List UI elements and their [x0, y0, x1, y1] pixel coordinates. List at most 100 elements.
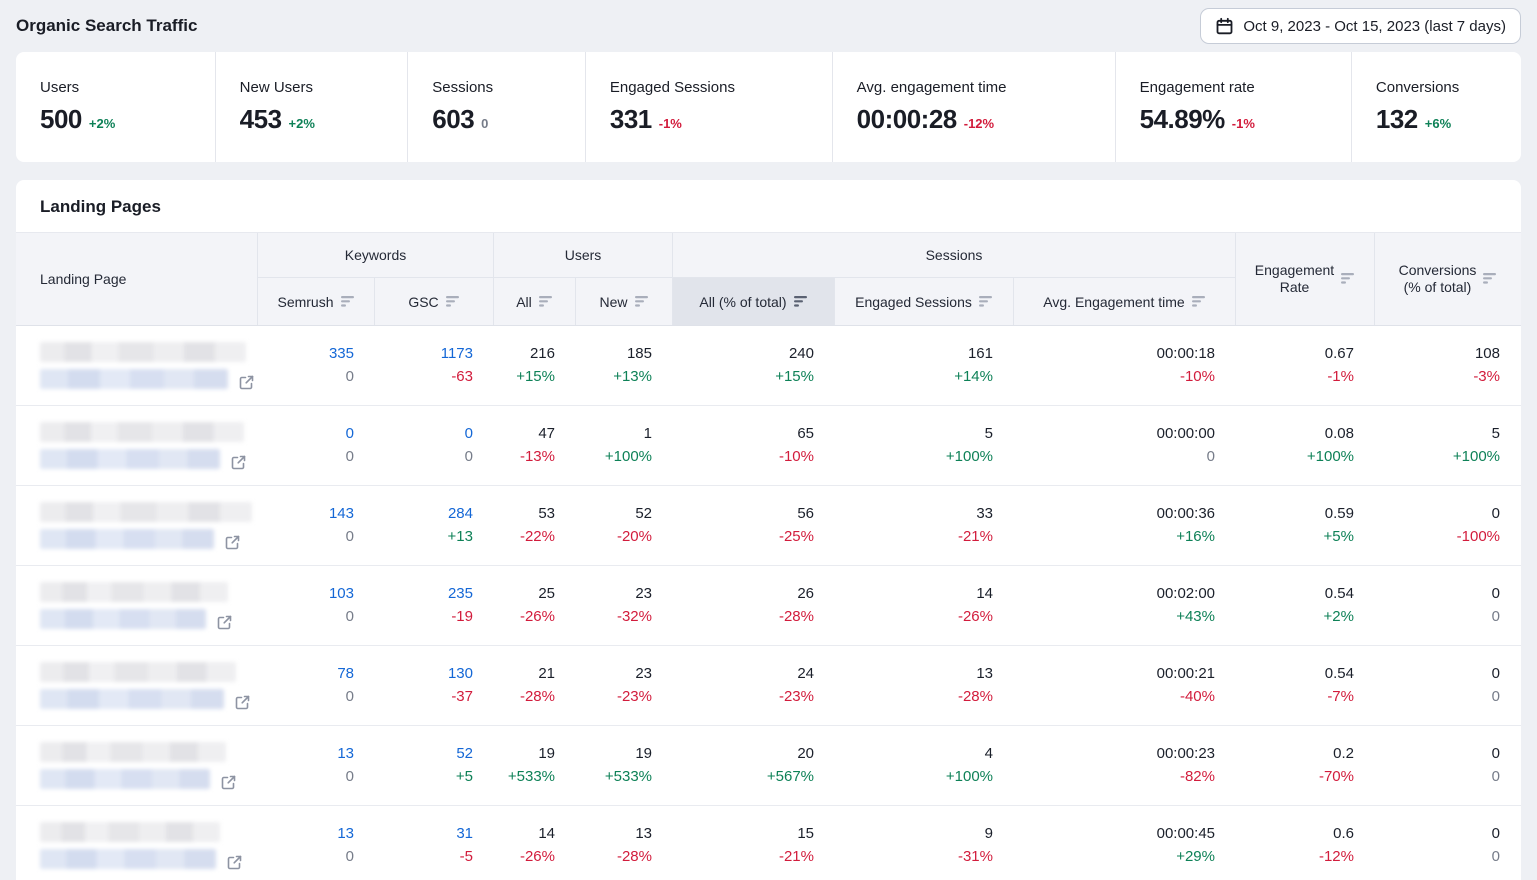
- cell-delta: -28%: [617, 847, 652, 867]
- cell-value: 0: [1492, 824, 1500, 844]
- cell-value[interactable]: 284: [448, 504, 473, 524]
- cell-users-all: 14-26%: [494, 806, 576, 880]
- cell-value: 00:00:36: [1157, 504, 1215, 524]
- cell-value: 56: [797, 504, 814, 524]
- cell-value[interactable]: 0: [346, 424, 354, 444]
- kpi-users: Users500+2%: [16, 52, 215, 162]
- cell-value[interactable]: 31: [456, 824, 473, 844]
- column-header-label: Conversions (% of total): [1399, 262, 1477, 297]
- cell-delta: 0: [465, 447, 473, 467]
- kpi-value-row: 54.89%-1%: [1140, 104, 1351, 135]
- column-header-semrush[interactable]: Semrush: [258, 278, 375, 325]
- cell-delta: +13%: [613, 367, 652, 387]
- cell-value: 0.54: [1325, 664, 1354, 684]
- external-link-icon[interactable]: [226, 854, 243, 871]
- group-header-label: Keywords: [345, 247, 406, 263]
- cell-delta: -25%: [779, 527, 814, 547]
- cell-delta: +15%: [516, 367, 555, 387]
- table-row: 33501173-63216+15%185+13%240+15%161+14%0…: [16, 326, 1521, 406]
- cell-gsc: 130-37: [375, 646, 494, 725]
- cell-delta: -5: [460, 847, 473, 867]
- column-header-users-all[interactable]: All: [494, 278, 576, 325]
- cell-value[interactable]: 13: [337, 824, 354, 844]
- cell-value: 25: [538, 584, 555, 604]
- cell-semrush: 1430: [258, 486, 375, 565]
- cell-value[interactable]: 130: [448, 664, 473, 684]
- external-link-icon[interactable]: [230, 454, 247, 471]
- table-header: Landing Page Keywords Users Sessions Sem…: [16, 232, 1521, 326]
- external-link-icon[interactable]: [224, 534, 241, 551]
- cell-delta: +533%: [508, 767, 555, 787]
- landing-page-link[interactable]: [40, 769, 258, 789]
- kpi-delta: -1%: [1232, 116, 1255, 131]
- external-link-icon[interactable]: [216, 614, 233, 631]
- landing-page-cell: [16, 486, 258, 565]
- landing-page-link[interactable]: [40, 609, 258, 629]
- column-header-gsc[interactable]: GSC: [375, 278, 494, 325]
- column-header-label: Avg. Engagement time: [1043, 294, 1184, 310]
- landing-page-blur: [40, 822, 220, 842]
- cell-sessions-all-percent: 65-10%: [673, 406, 835, 485]
- cell-value: 0.6: [1333, 824, 1354, 844]
- kpi-summary-card: Users500+2%New Users453+2%Sessions6030En…: [16, 52, 1521, 162]
- cell-engaged-sessions: 161+14%: [835, 326, 1014, 405]
- cell-avg-engagement-time: 00:00:36+16%: [1014, 486, 1236, 565]
- external-link-icon[interactable]: [220, 774, 237, 791]
- column-header-users-new[interactable]: New: [576, 278, 673, 325]
- cell-value: 00:00:21: [1157, 664, 1215, 684]
- cell-value[interactable]: 1173: [441, 344, 473, 364]
- cell-value[interactable]: 0: [465, 424, 473, 444]
- cell-users-all: 25-26%: [494, 566, 576, 645]
- cell-value: 00:00:45: [1157, 824, 1215, 844]
- cell-value: 0.54: [1325, 584, 1354, 604]
- landing-page-link[interactable]: [40, 369, 258, 389]
- landing-page-link[interactable]: [40, 529, 258, 549]
- cell-value[interactable]: 103: [329, 584, 354, 604]
- cell-conversions: 00: [1375, 646, 1521, 725]
- cell-delta: 0: [1492, 767, 1500, 787]
- column-header-conversions[interactable]: Conversions (% of total): [1375, 233, 1521, 325]
- cell-value: 1: [644, 424, 652, 444]
- cell-value[interactable]: 143: [329, 504, 354, 524]
- landing-page-link[interactable]: [40, 689, 258, 709]
- cell-delta: +13: [448, 527, 473, 547]
- column-header-engaged-sessions[interactable]: Engaged Sessions: [835, 278, 1014, 325]
- cell-value[interactable]: 335: [329, 344, 354, 364]
- cell-delta: 0: [346, 767, 354, 787]
- kpi-label: Engaged Sessions: [610, 79, 832, 96]
- column-header-avg-engagement-time[interactable]: Avg. Engagement time: [1014, 278, 1236, 325]
- external-link-icon[interactable]: [238, 374, 255, 391]
- sort-icon: [1341, 271, 1355, 287]
- kpi-engaged-sessions: Engaged Sessions331-1%: [585, 52, 832, 162]
- cell-value[interactable]: 13: [337, 744, 354, 764]
- landing-page-link[interactable]: [40, 449, 258, 469]
- cell-delta: 0: [346, 687, 354, 707]
- kpi-delta: +2%: [289, 116, 315, 131]
- table-row: 000047-13%1+100%65-10%5+100%00:00:0000.0…: [16, 406, 1521, 486]
- cell-engagement-rate: 0.6-12%: [1236, 806, 1375, 880]
- kpi-value: 132: [1376, 104, 1418, 135]
- cell-semrush: 3350: [258, 326, 375, 405]
- external-link-icon[interactable]: [234, 694, 251, 711]
- cell-value[interactable]: 78: [337, 664, 354, 684]
- column-header-engagement-rate[interactable]: Engagement Rate: [1236, 233, 1375, 325]
- cell-value: 14: [976, 584, 993, 604]
- landing-page-link[interactable]: [40, 849, 258, 869]
- cell-value: 00:02:00: [1157, 584, 1215, 604]
- table-row: 1030235-1925-26%23-32%26-28%14-26%00:02:…: [16, 566, 1521, 646]
- column-header-sessions-all-percent[interactable]: All (% of total): [673, 278, 835, 325]
- sort-icon: [1192, 294, 1206, 310]
- date-range-button[interactable]: Oct 9, 2023 - Oct 15, 2023 (last 7 days): [1200, 8, 1521, 44]
- landing-page-blur: [40, 582, 228, 602]
- cell-engaged-sessions: 9-31%: [835, 806, 1014, 880]
- cell-value: 00:00:18: [1157, 344, 1215, 364]
- cell-sessions-all-percent: 20+567%: [673, 726, 835, 805]
- kpi-new-users: New Users453+2%: [215, 52, 408, 162]
- kpi-avg-engagement-time: Avg. engagement time00:00:28-12%: [832, 52, 1115, 162]
- cell-value[interactable]: 235: [448, 584, 473, 604]
- cell-sessions-all-percent: 26-28%: [673, 566, 835, 645]
- landing-page-blur: [40, 342, 246, 362]
- cell-users-new: 19+533%: [576, 726, 673, 805]
- cell-users-all: 47-13%: [494, 406, 576, 485]
- cell-value[interactable]: 52: [456, 744, 473, 764]
